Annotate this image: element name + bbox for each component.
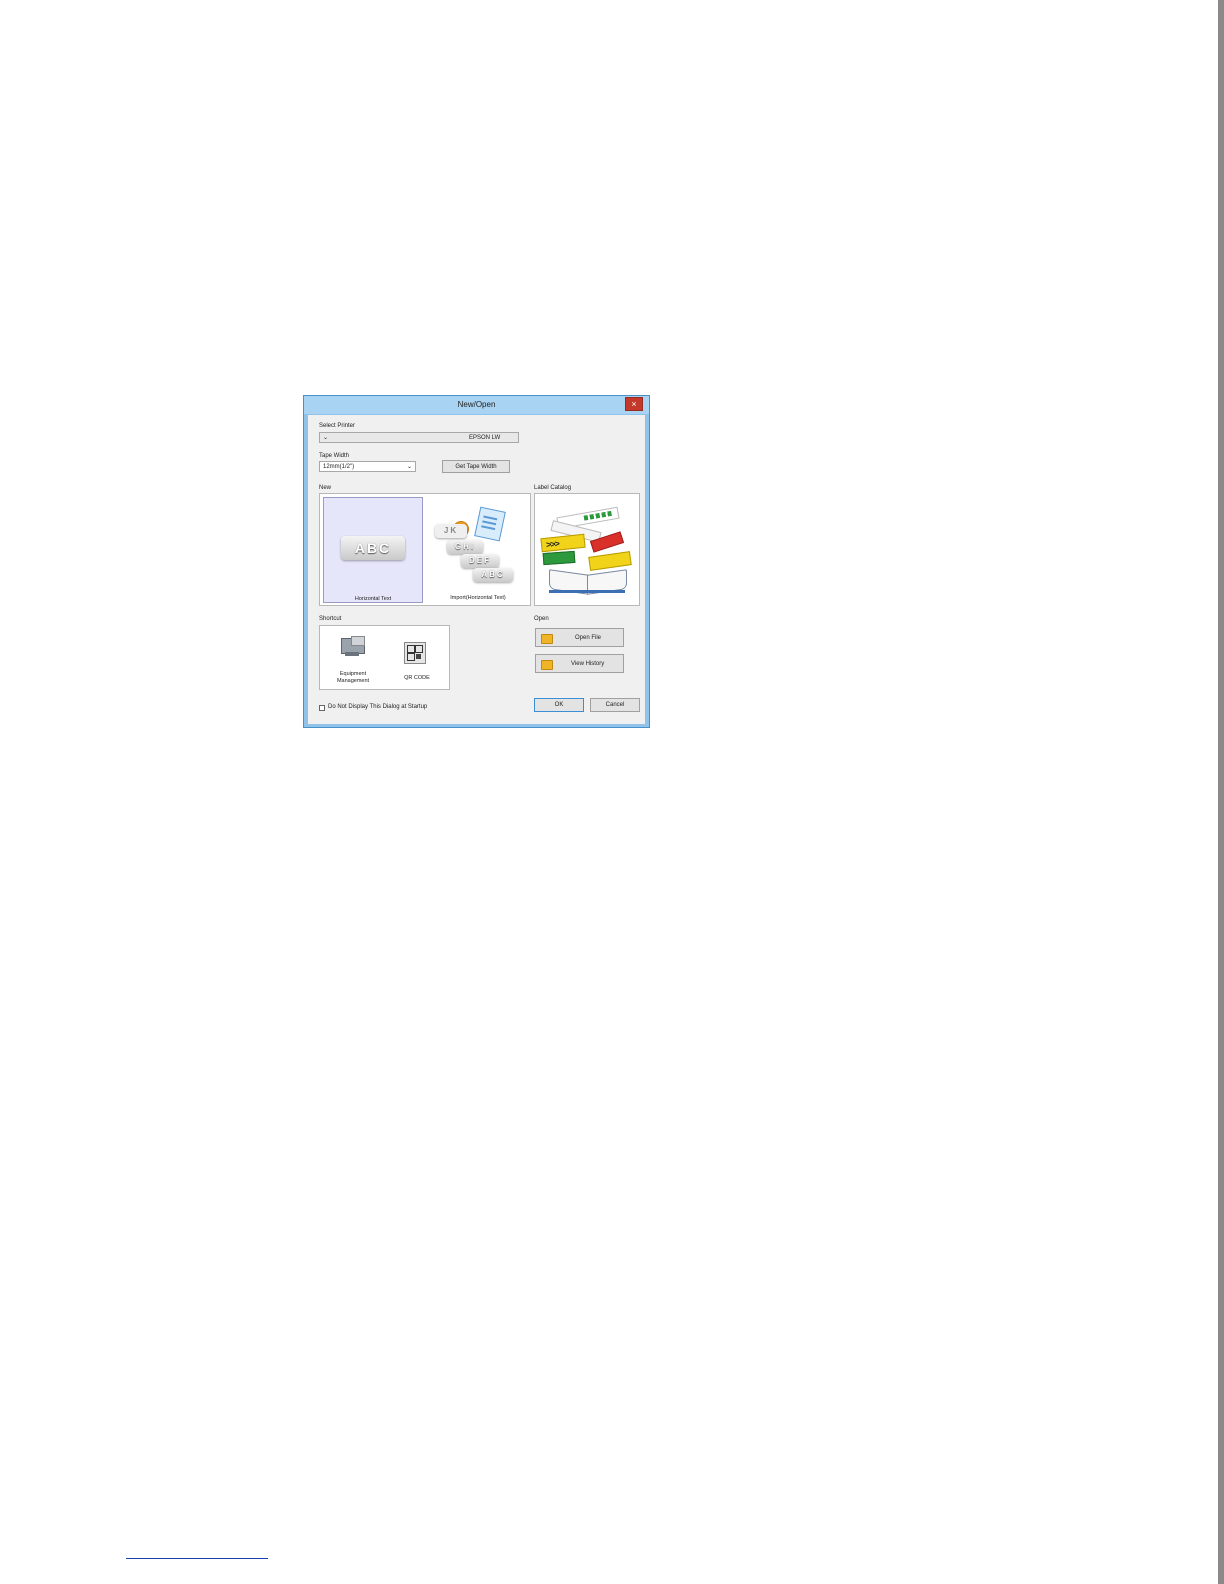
printer-select-value: EPSON LW xyxy=(469,435,501,441)
open-section-label: Open xyxy=(534,616,549,622)
dialog-titlebar[interactable]: New/Open × xyxy=(304,396,649,414)
import-horizontal-text-caption: Import(Horizontal Text) xyxy=(450,595,506,601)
cancel-button[interactable]: Cancel xyxy=(590,698,640,712)
label-jk-icon: JK xyxy=(435,524,467,538)
label-catalog-label: Label Catalog xyxy=(534,485,572,491)
chevron-down-icon: ⌄ xyxy=(406,464,412,470)
printer-select[interactable]: ⌄ EPSON LW xyxy=(319,432,519,443)
get-tape-width-button[interactable]: Get Tape Width xyxy=(442,460,510,473)
shortcut-panel: Equipment Management QR CODE xyxy=(319,625,450,690)
shortcut-section-label: Shortcut xyxy=(319,616,342,622)
label-ghi-icon: GHI xyxy=(447,540,483,554)
close-button[interactable]: × xyxy=(625,397,643,411)
horizontal-text-caption: Horizontal Text xyxy=(354,596,392,602)
close-icon: × xyxy=(631,399,637,409)
view-history-button[interactable]: View History xyxy=(535,654,624,673)
equipment-management-icon xyxy=(341,636,365,658)
tape-width-value: 12mm(1/2") xyxy=(323,464,355,470)
open-file-button[interactable]: Open File xyxy=(535,628,624,647)
equipment-caption-line2: Management xyxy=(336,678,370,684)
qr-code-shortcut[interactable]: QR CODE xyxy=(386,628,448,688)
footnote-separator xyxy=(126,1558,268,1559)
import-document-icon xyxy=(474,506,506,542)
new-tiles-panel: ABC Horizontal Text JK GHI DEF ABC Impor… xyxy=(319,493,531,606)
view-history-label: View History xyxy=(571,661,605,667)
select-printer-label: Select Printer xyxy=(319,423,356,429)
history-folder-icon xyxy=(541,660,553,670)
equipment-caption-line1: Equipment xyxy=(339,671,367,677)
abc-label-icon: ABC xyxy=(341,536,405,560)
horizontal-text-tile[interactable]: ABC Horizontal Text xyxy=(323,497,423,603)
equipment-management-caption: Equipment Management xyxy=(322,671,384,685)
dialog-title: New/Open xyxy=(457,400,496,409)
new-open-dialog: New/Open × Select Printer ⌄ EPSON LW Tap… xyxy=(303,395,650,728)
tape-width-select[interactable]: 12mm(1/2") ⌄ xyxy=(319,461,416,472)
startup-checkbox-label: Do Not Display This Dialog at Startup xyxy=(328,704,428,710)
import-horizontal-text-tile[interactable]: JK GHI DEF ABC Import(Horizontal Text) xyxy=(427,497,529,603)
ok-button[interactable]: OK xyxy=(534,698,584,712)
tape-width-label: Tape Width xyxy=(319,453,350,459)
qr-code-icon xyxy=(404,642,426,664)
qr-code-caption: QR CODE xyxy=(404,675,430,681)
open-file-label: Open File xyxy=(575,635,602,641)
startup-checkbox[interactable] xyxy=(319,705,325,711)
new-section-label: New xyxy=(319,485,332,491)
page-edge xyxy=(1218,0,1224,1584)
chevron-down-icon: ⌄ xyxy=(323,435,329,441)
equipment-management-shortcut[interactable]: Equipment Management xyxy=(322,628,384,688)
open-folder-icon xyxy=(541,634,553,644)
label-abc-icon: ABC xyxy=(473,568,513,582)
label-catalog-icon: >>> xyxy=(535,494,639,605)
label-catalog-panel[interactable]: >>> xyxy=(534,493,640,606)
dialog-client-area: Select Printer ⌄ EPSON LW Tape Width 12m… xyxy=(308,415,645,724)
label-def-icon: DEF xyxy=(461,554,499,568)
